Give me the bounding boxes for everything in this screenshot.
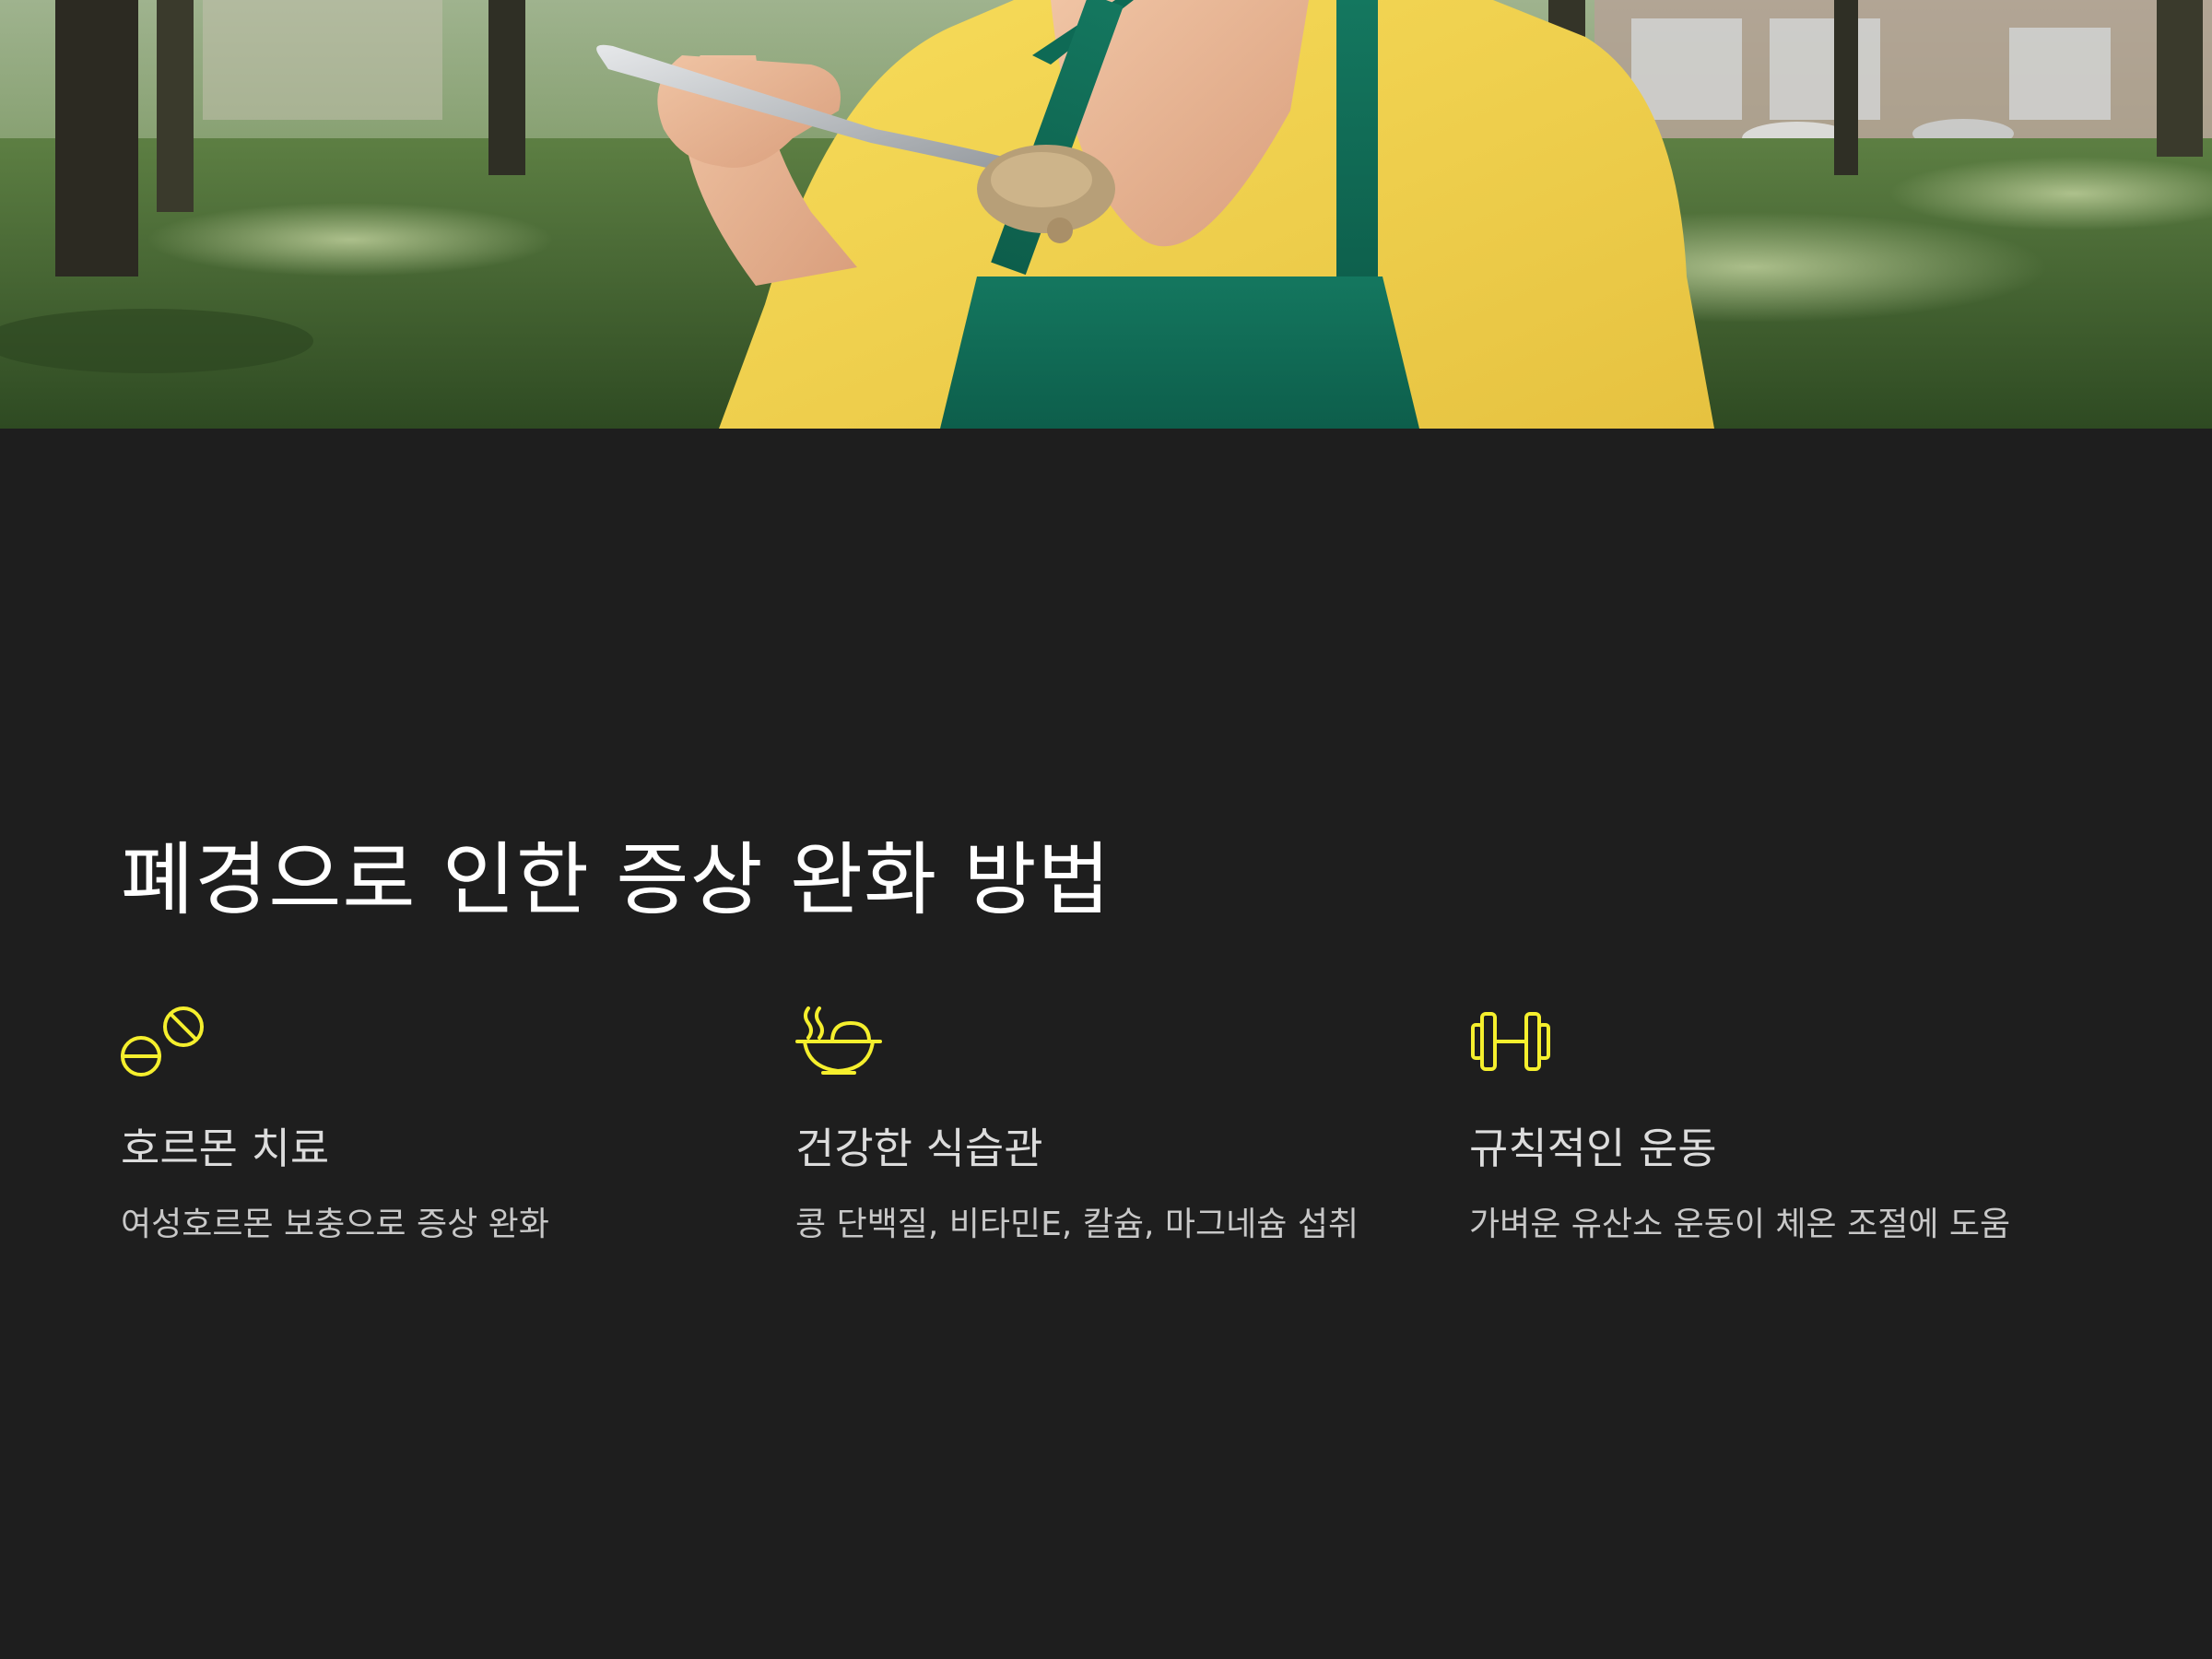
pill-icon bbox=[121, 1005, 213, 1078]
feature-healthy-diet: 건강한 식습관 콩 단백질, 비타민E, 칼슘, 마그네슘 섭취 bbox=[795, 1005, 1404, 1243]
feature-description: 콩 단백질, 비타민E, 칼슘, 마그네슘 섭취 bbox=[795, 1206, 1359, 1243]
feature-regular-exercise: 규칙적인 운동 가벼운 유산소 운동이 체온 조절에 도움 bbox=[1469, 1005, 2077, 1243]
feature-title: 호르몬 치료 bbox=[121, 1124, 330, 1173]
slide: 폐경으로 인한 증상 완화 방법 호르몬 치료 여성호르몬 보충으로 증상 완화 bbox=[0, 0, 2212, 1659]
hero-photo bbox=[0, 0, 2212, 429]
page-title: 폐경으로 인한 증상 완화 방법 bbox=[121, 834, 1112, 926]
feature-description: 가벼운 유산소 운동이 체온 조절에 도움 bbox=[1469, 1206, 2011, 1243]
feature-hormone-therapy: 호르몬 치료 여성호르몬 보충으로 증상 완화 bbox=[121, 1005, 729, 1243]
woman-eating-photo-illustration bbox=[0, 0, 2212, 429]
feature-list: 호르몬 치료 여성호르몬 보충으로 증상 완화 건강한 식습관 콩 단백질, 비… bbox=[121, 1005, 2093, 1263]
feature-title: 규칙적인 운동 bbox=[1469, 1124, 1717, 1173]
feature-description: 여성호르몬 보충으로 증상 완화 bbox=[121, 1206, 549, 1243]
bowl-icon bbox=[795, 1005, 888, 1078]
feature-title: 건강한 식습관 bbox=[795, 1124, 1043, 1173]
dumbbell-icon bbox=[1469, 1005, 1561, 1078]
